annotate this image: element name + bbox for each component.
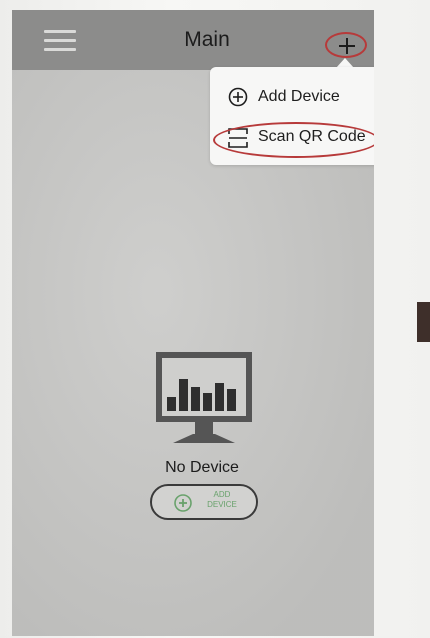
hamburger-menu-icon[interactable] [44,30,76,52]
no-device-message: No Device [165,459,239,476]
monitor-bar-chart-icon [156,352,252,443]
navigation-bar: Main [12,10,374,70]
add-device-button[interactable]: ADD DEVICE [150,484,258,520]
highlight-circle [213,122,374,158]
page-edge-mark [417,302,430,342]
circle-plus-icon [174,494,192,512]
menu-item-scan-qr-code[interactable]: Scan QR Code [210,119,374,158]
page-title: Main [184,28,230,51]
add-device-button-label: ADD DEVICE [207,490,237,509]
menu-item-label: Add Device [258,88,340,105]
phone-screen: Main Add Device Scan QR Code No Device A… [12,10,374,636]
add-dropdown-menu: Add Device Scan QR Code [210,67,374,165]
plus-icon [339,38,355,54]
circle-plus-icon [228,87,248,107]
add-button[interactable] [325,32,367,58]
menu-item-add-device[interactable]: Add Device [210,79,374,117]
